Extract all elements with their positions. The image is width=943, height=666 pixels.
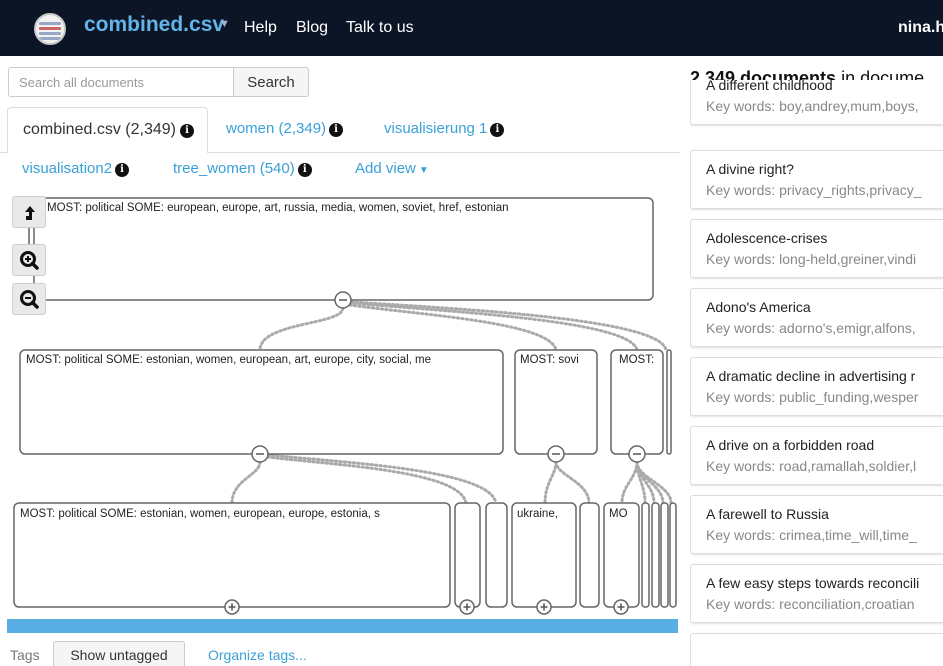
tab-visualisierung[interactable]: visualisierung 1i — [384, 120, 505, 137]
document-list-item[interactable]: A divine right? Key words: privacy_right… — [690, 150, 943, 209]
zoom-connector — [28, 228, 30, 244]
collapse-icon[interactable] — [628, 445, 646, 463]
tab-combined[interactable]: combined.csv (2,349) i — [7, 107, 208, 153]
tree-node-root-label: MOST: political SOME: european, europe, … — [47, 202, 509, 214]
search-button[interactable]: Search — [233, 67, 309, 97]
expand-icon[interactable] — [224, 599, 240, 615]
expand-icon[interactable] — [613, 599, 629, 615]
add-view-dropdown[interactable]: Add view ▼ — [355, 160, 429, 177]
tree-node-l1-clipped[interactable] — [666, 349, 672, 455]
collapse-icon[interactable] — [334, 291, 352, 309]
tree-node-l2-small[interactable] — [669, 502, 677, 608]
document-list-item[interactable]: A dramatic decline in advertising r Key … — [690, 357, 943, 416]
document-list-item[interactable]: A different childhood Key words: boy,and… — [690, 80, 943, 125]
nav-blog-link[interactable]: Blog — [296, 19, 328, 37]
zoom-in-icon[interactable] — [12, 244, 46, 276]
document-list-item[interactable]: Adono's America Key words: adorno's,emig… — [690, 288, 943, 347]
collapse-icon[interactable] — [251, 445, 269, 463]
document-keywords: Key words: public_funding,wesper — [706, 389, 919, 405]
document-list-item[interactable]: Adolescence-crises Key words: long-held,… — [690, 219, 943, 278]
tree-node-l2-small[interactable] — [579, 502, 600, 608]
caret-down-icon: ▼ — [418, 165, 429, 176]
document-title: Adolescence-crises — [706, 230, 828, 246]
tree-canvas: MOST: political SOME: european, europe, … — [13, 197, 677, 615]
add-view-label: Add view — [355, 160, 416, 177]
tree-node-l2-political-label: MOST: political SOME: estonian, women, e… — [20, 508, 380, 520]
document-keywords: Key words: crimea,time_will,time_ — [706, 527, 917, 543]
document-keywords: Key words: adorno's,emigr,alfons, — [706, 320, 916, 336]
nav-talk-link[interactable]: Talk to us — [346, 19, 414, 37]
document-keywords: Key words: road,ramallah,soldier,l — [706, 458, 917, 474]
info-icon[interactable]: i — [115, 163, 130, 177]
horizontal-scrollbar[interactable] — [7, 619, 678, 633]
tree-visualization: MOST: political SOME: european, europe, … — [0, 188, 680, 633]
info-icon[interactable]: i — [297, 163, 312, 177]
expand-icon[interactable] — [536, 599, 552, 615]
zoom-out-icon[interactable] — [12, 283, 46, 315]
document-title: A different childhood — [706, 80, 833, 93]
document-title: A drive on a forbidden road — [706, 437, 875, 453]
tab-label: tree_women (540) — [173, 160, 295, 177]
tree-node-l2-mo-label: MO — [609, 508, 628, 520]
tab-label: women (2,349) — [226, 120, 327, 137]
tree-node-l2-small[interactable] — [485, 502, 508, 608]
tree-node-l2-small[interactable] — [660, 502, 669, 608]
document-list-item[interactable]: A few easy steps towards reconcili Key w… — [690, 564, 943, 623]
document-keywords: Key words: privacy_rights,privacy_ — [706, 182, 922, 198]
show-untagged-button[interactable]: Show untagged — [53, 641, 185, 666]
tree-node-l1-third-label: MOST: — [619, 354, 654, 366]
tab-label: combined.csv (2,349) — [23, 121, 176, 138]
app-window: combined.csv ▼ Help Blog Talk to us nina… — [0, 0, 943, 666]
document-list-item[interactable]: A drive on a forbidden road Key words: r… — [690, 426, 943, 485]
document-title: A few easy steps towards reconcili — [706, 575, 920, 591]
search-input[interactable] — [8, 67, 234, 97]
top-navbar: combined.csv ▼ Help Blog Talk to us nina… — [0, 0, 943, 56]
tree-node-l1-soviet-label: MOST: sovi — [520, 354, 579, 366]
tab-women[interactable]: women (2,349) i — [226, 120, 344, 137]
tab-tree-women[interactable]: tree_women (540) i — [173, 160, 312, 177]
tree-node-l1-political-label: MOST: political SOME: estonian, women, e… — [26, 354, 431, 366]
tab-label: visualisation2 — [22, 160, 113, 177]
organize-tags-link[interactable]: Organize tags... — [208, 647, 307, 663]
caret-down-icon[interactable]: ▼ — [219, 18, 230, 30]
document-title: Adono's America — [706, 299, 811, 315]
info-icon[interactable]: i — [490, 123, 505, 137]
document-title: A farewell to Russia — [706, 506, 829, 522]
tree-node-l2-small[interactable] — [641, 502, 650, 608]
user-menu[interactable]: nina.h — [898, 19, 943, 37]
info-icon[interactable]: i — [179, 124, 194, 138]
tree-node-l2-small[interactable] — [651, 502, 660, 608]
collapse-icon[interactable] — [547, 445, 565, 463]
nav-help-link[interactable]: Help — [244, 19, 277, 37]
document-keywords: Key words: reconciliation,croatian — [706, 596, 915, 612]
document-list: A different childhood Key words: boy,and… — [690, 80, 943, 666]
document-title: A dramatic decline in advertising r — [706, 368, 916, 384]
tab-label: visualisierung 1 — [384, 120, 488, 137]
info-icon[interactable]: i — [329, 123, 344, 137]
document-keywords: Key words: boy,andrey,mum,boys, — [706, 98, 919, 114]
expand-icon[interactable] — [459, 599, 475, 615]
up-arrow-icon[interactable] — [12, 196, 46, 228]
document-title: A divine right? — [706, 161, 794, 177]
document-keywords: Key words: long-held,greiner,vindi — [706, 251, 917, 267]
document-title[interactable]: combined.csv — [84, 13, 224, 37]
tree-node-l2-small[interactable] — [454, 502, 481, 608]
tree-node-l2-ukraine-label: ukraine, — [517, 508, 558, 520]
document-list-item[interactable]: A farewell to Russia Key words: crimea,t… — [690, 495, 943, 554]
document-list-item[interactable] — [690, 633, 943, 666]
tab-visualisation2[interactable]: visualisation2 i — [22, 160, 130, 177]
logo-icon[interactable] — [34, 13, 66, 45]
tags-label: Tags — [10, 647, 40, 663]
